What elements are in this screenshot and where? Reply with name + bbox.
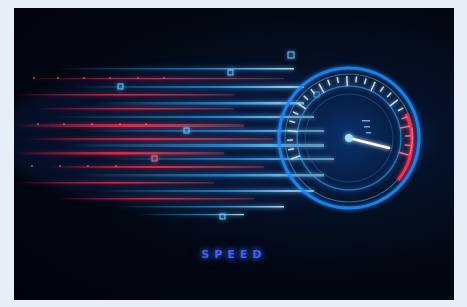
- speed-caption: SPEED: [201, 248, 267, 261]
- dial-tick: [355, 76, 358, 83]
- speed-illustration: SPEED: [14, 8, 454, 300]
- image-frame: SPEED: [0, 0, 467, 307]
- dial-tick: [404, 144, 411, 147]
